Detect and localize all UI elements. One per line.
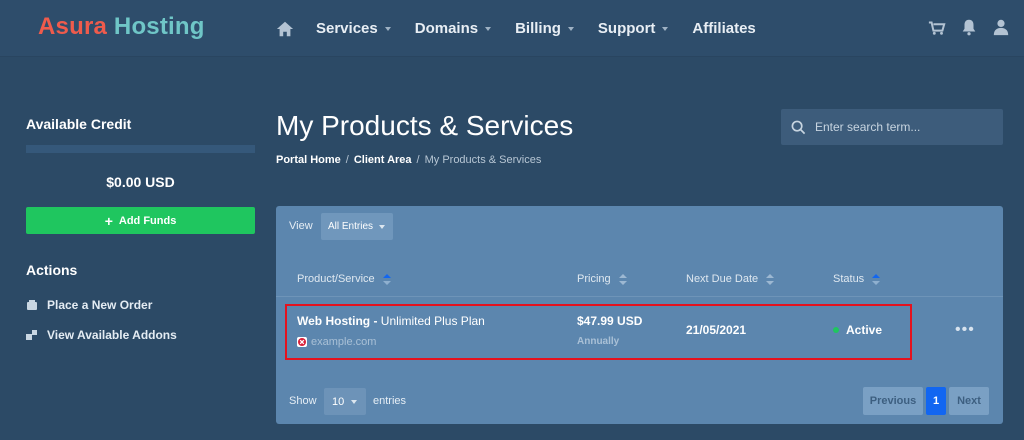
action-label: Place a New Order (47, 298, 153, 312)
bell-icon[interactable] (960, 18, 978, 36)
action-view-addons[interactable]: View Available Addons (26, 328, 177, 342)
breadcrumb: Portal Home / Client Area / My Products … (276, 154, 541, 166)
nav-item-label: Affiliates (692, 20, 756, 37)
nav-item-label: Services (316, 20, 378, 37)
entries-label: entries (373, 395, 407, 407)
chevron-down-icon (384, 26, 391, 31)
nav-item-label: Support (597, 20, 656, 37)
action-place-new-order[interactable]: Place a New Order (26, 298, 152, 312)
error-icon (297, 337, 307, 347)
credit-title: Available Credit (26, 116, 132, 132)
search-icon (791, 120, 806, 134)
next-due-date: 21/05/2021 (686, 323, 747, 337)
home-icon[interactable] (276, 20, 294, 38)
breadcrumb-portal-home[interactable]: Portal Home (276, 154, 341, 166)
credit-divider (26, 145, 255, 153)
status-badge: Active (833, 323, 882, 337)
page-title: My Products & Services (276, 110, 574, 141)
top-navbar: Asura Hosting Services Domains Billing S… (0, 0, 1024, 57)
show-label: Show (289, 395, 317, 407)
cart-icon[interactable] (928, 18, 946, 36)
column-header-label: Next Due Date (686, 273, 759, 285)
pagination-previous-button[interactable]: Previous (863, 387, 923, 415)
add-funds-label: Add Funds (118, 214, 177, 227)
column-header-product[interactable]: Product/Service (297, 273, 391, 285)
more-options-icon[interactable]: ••• (955, 321, 975, 339)
breadcrumb-separator: / (416, 154, 420, 166)
column-header-label: Product/Service (297, 273, 375, 285)
service-domain: example.com (297, 336, 376, 348)
column-header-label: Status (833, 273, 865, 285)
page-size-value: 10 (332, 395, 345, 408)
column-header-next-due-date[interactable]: Next Due Date (686, 273, 775, 285)
cart-icon (27, 300, 37, 310)
sort-icon (618, 273, 627, 285)
column-header-label: Pricing (577, 273, 611, 285)
nav-item-domains[interactable]: Domains (414, 20, 492, 37)
chevron-down-icon (485, 26, 492, 31)
pagination-page-1[interactable]: 1 (926, 387, 946, 415)
sort-icon (766, 273, 775, 285)
add-funds-button[interactable]: + Add Funds (26, 207, 255, 234)
nav-icons (928, 18, 1010, 36)
chevron-down-icon (662, 26, 669, 31)
nav-item-affiliates[interactable]: Affiliates (692, 20, 755, 37)
sort-asc-icon (872, 273, 881, 285)
status-dot-icon (833, 327, 839, 333)
nav-item-services[interactable]: Services (316, 20, 391, 37)
sort-asc-icon (382, 273, 391, 285)
column-header-pricing[interactable]: Pricing (577, 273, 627, 285)
plus-icon: + (104, 212, 113, 229)
service-name: Web Hosting - Unlimited Plus Plan (297, 314, 485, 328)
view-filter-value: All Entries (328, 221, 374, 232)
credit-value: $0.00 USD (106, 174, 175, 190)
action-label: View Available Addons (47, 328, 177, 342)
service-price: $47.99 USD (577, 314, 643, 328)
chevron-down-icon (351, 399, 358, 404)
nav-item-label: Domains (414, 20, 479, 37)
search-input[interactable] (815, 120, 985, 134)
column-header-status[interactable]: Status (833, 273, 881, 285)
cubes-icon (26, 330, 37, 340)
breadcrumb-client-area[interactable]: Client Area (354, 154, 412, 166)
pagination-next-button[interactable]: Next (949, 387, 989, 415)
billing-cycle: Annually (577, 336, 620, 347)
view-filter-select[interactable]: All Entries (321, 213, 393, 240)
domain-label: example.com (311, 336, 377, 348)
user-icon[interactable] (992, 18, 1010, 36)
chevron-down-icon (379, 224, 386, 229)
service-plan: Unlimited Plus Plan (380, 314, 485, 328)
breadcrumb-current: My Products & Services (424, 154, 542, 166)
actions-title: Actions (26, 262, 78, 278)
nav-item-label: Billing (515, 20, 561, 37)
page-size-select[interactable]: 10 (324, 388, 366, 415)
breadcrumb-separator: / (345, 154, 349, 166)
nav-item-support[interactable]: Support (598, 20, 669, 37)
main-nav: Services Domains Billing Support Affilia… (276, 0, 780, 57)
view-label: View (289, 220, 313, 232)
service-product: Web Hosting (297, 314, 371, 328)
brand-logo-part1: Asura (38, 13, 108, 40)
nav-item-billing[interactable]: Billing (515, 20, 574, 37)
brand-logo[interactable]: Asura Hosting (38, 13, 205, 41)
table-row[interactable]: Web Hosting - Unlimited Plus Plan exampl… (276, 297, 1003, 368)
chevron-down-icon (567, 26, 574, 31)
products-panel: View All Entries Product/Service Pricing… (276, 206, 1003, 424)
service-separator: - (370, 314, 381, 328)
search-box[interactable] (781, 109, 1003, 145)
status-label: Active (846, 323, 883, 337)
brand-logo-part2: Hosting (113, 13, 205, 40)
